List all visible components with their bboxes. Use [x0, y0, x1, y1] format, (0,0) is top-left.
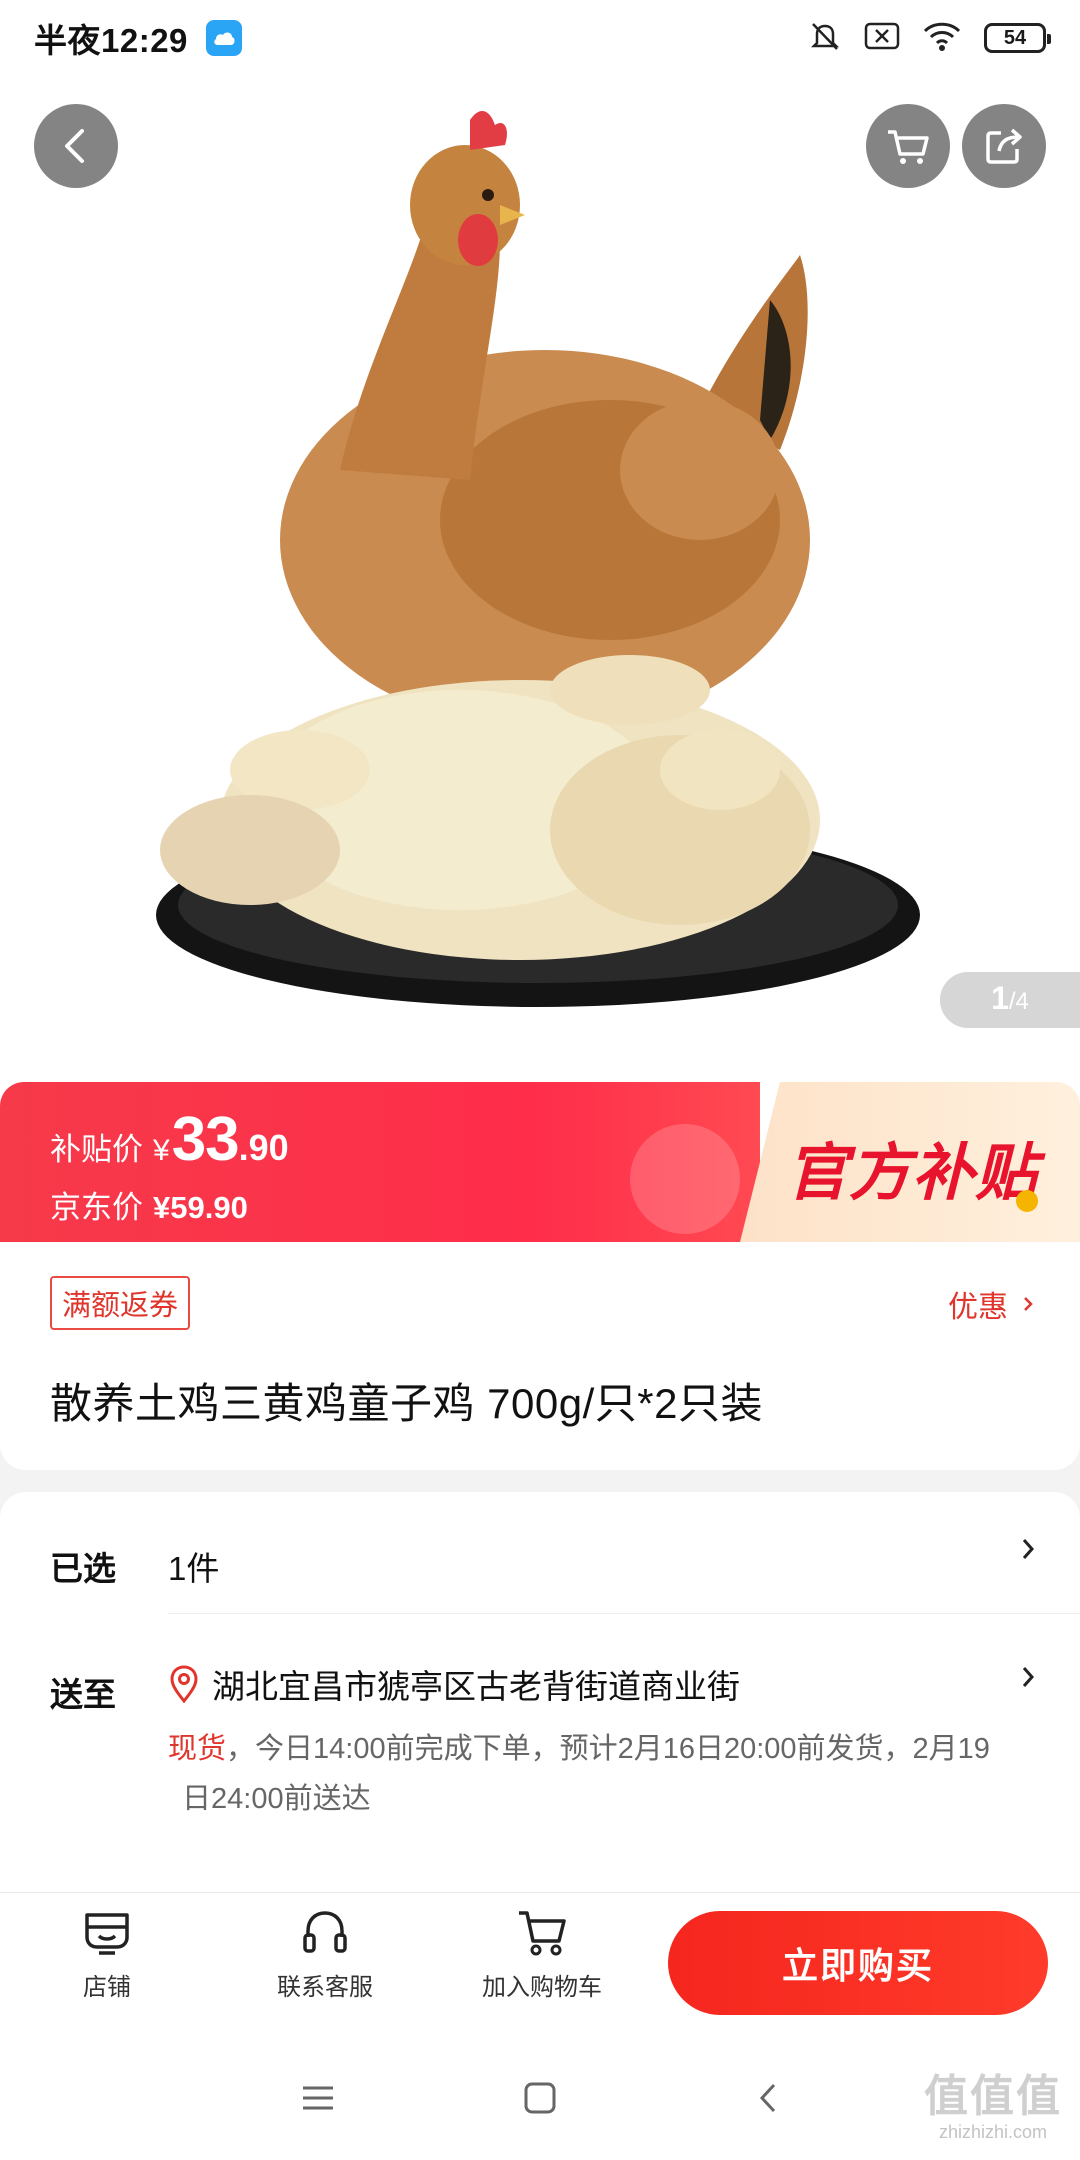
chevron-left-icon: [759, 2083, 776, 2113]
options-card: 已选 1件 送至 湖北宜昌市猇亭区古老背街道商业街 现货，今日14:00前完成下…: [0, 1492, 1080, 1892]
jd-price-value: ¥59.90: [153, 1190, 248, 1225]
chevron-left-icon: [65, 129, 84, 163]
store-button[interactable]: 店铺: [32, 1907, 182, 2002]
location-pin-icon: [170, 1665, 198, 1704]
cart-icon: [519, 1911, 566, 1956]
watermark-logo: 值值值: [924, 2072, 1062, 2121]
cart-icon: [888, 130, 929, 164]
back-button[interactable]: [34, 104, 118, 188]
watermark: 值值值 zhizhizhi.com: [924, 2060, 1062, 2143]
bottom-action-bar: 店铺 联系客服 加入购物车 立即购买: [0, 1892, 1080, 2031]
customer-service-label: 联系客服: [277, 1974, 373, 2001]
jd-price-label: 京东价: [50, 1190, 143, 1225]
sim-blocked-icon: [864, 21, 900, 56]
menu-icon: [303, 2086, 333, 2110]
wifi-icon: [922, 20, 962, 57]
chevron-right-icon: [1024, 1297, 1033, 1311]
customer-service-button[interactable]: 联系客服: [250, 1907, 400, 2002]
coupon-tag: 满额返券: [50, 1276, 191, 1330]
home-button[interactable]: [510, 2068, 570, 2128]
coin-icon: [1016, 1190, 1038, 1212]
nav-back-button[interactable]: [738, 2068, 798, 2128]
gallery-current: 1: [991, 980, 1009, 1016]
product-image-gallery[interactable]: 半夜12:29 54 1 /4: [0, 0, 1080, 1090]
store-icon: [85, 1913, 129, 1955]
product-detail-screen: 半夜12:29 54 1 /4 补贴价 ¥ 33 .90 京东价 ¥59.90 …: [0, 0, 1080, 2160]
store-label: 店铺: [83, 1974, 131, 2001]
share-icon: [986, 128, 1022, 164]
cloud-icon: [205, 20, 242, 56]
status-time: 半夜12:29: [34, 22, 188, 59]
share-button[interactable]: [962, 104, 1046, 188]
chevron-right-icon: [1020, 1662, 1036, 1701]
price-panel: 补贴价 ¥ 33 .90 京东价 ¥59.90: [0, 1082, 760, 1242]
currency-symbol: ¥: [153, 1134, 170, 1167]
add-to-cart-button[interactable]: 加入购物车: [467, 1907, 617, 2002]
discount-link[interactable]: 优惠: [948, 1282, 1034, 1326]
add-to-cart-label: 加入购物车: [482, 1974, 602, 2001]
bell-muted-icon: [808, 19, 842, 58]
selected-label: 已选: [50, 1550, 116, 1587]
chevron-right-icon: [1020, 1534, 1036, 1573]
cart-button[interactable]: [866, 104, 950, 188]
subsidy-price-integer: 33: [171, 1105, 240, 1174]
divider: [168, 1613, 1080, 1614]
buy-now-button[interactable]: 立即购买: [668, 1911, 1048, 2015]
jd-price: 京东价 ¥59.90: [50, 1182, 248, 1227]
home-square-icon: [524, 2082, 556, 2114]
gallery-total: /4: [1008, 988, 1029, 1015]
menu-button[interactable]: [288, 2068, 348, 2128]
headset-icon: [303, 1911, 347, 1953]
subsidy-price-decimal: .90: [238, 1127, 289, 1168]
subsidy-price: 补贴价 ¥ 33 .90: [50, 1104, 289, 1175]
official-subsidy-tag: 官方补贴: [785, 1136, 1038, 1209]
shipping-info-line1: ，今日14:00前完成下单，预计2月16日20:00前发货，2月19: [226, 1733, 990, 1765]
shipping-info: 现货，今日14:00前完成下单，预计2月16日20:00前发货，2月19 日24…: [168, 1724, 1028, 1824]
in-stock-label: 现货: [168, 1733, 227, 1765]
watermark-url: zhizhizhi.com: [938, 2122, 1048, 2142]
battery-indicator: 54: [984, 23, 1051, 53]
status-bar: 半夜12:29 54: [0, 0, 1080, 76]
gallery-page-indicator: 1 /4: [940, 972, 1080, 1028]
discount-label: 优惠: [948, 1291, 1008, 1324]
delivery-address: 湖北宜昌市猇亭区古老背街道商业街: [212, 1668, 740, 1705]
subsidy-label: 补贴价: [50, 1132, 143, 1167]
address-line: 湖北宜昌市猇亭区古老背街道商业街: [168, 1660, 740, 1708]
red-envelope-emblem: [630, 1124, 740, 1234]
price-banner: 补贴价 ¥ 33 .90 京东价 ¥59.90 官方补贴: [0, 1082, 1080, 1242]
deliver-to-label: 送至: [50, 1676, 116, 1713]
product-info-card: 满额返券 优惠 散养土鸡三黄鸡童子鸡 700g/只*2只装: [0, 1242, 1080, 1470]
shipping-info-line2: 日24:00前送达: [182, 1783, 371, 1815]
system-nav-bar: 值值值 zhizhizhi.com: [0, 2030, 1080, 2160]
selected-value: 1件: [168, 1550, 220, 1587]
product-title: 散养土鸡三黄鸡童子鸡 700g/只*2只装: [50, 1380, 763, 1427]
